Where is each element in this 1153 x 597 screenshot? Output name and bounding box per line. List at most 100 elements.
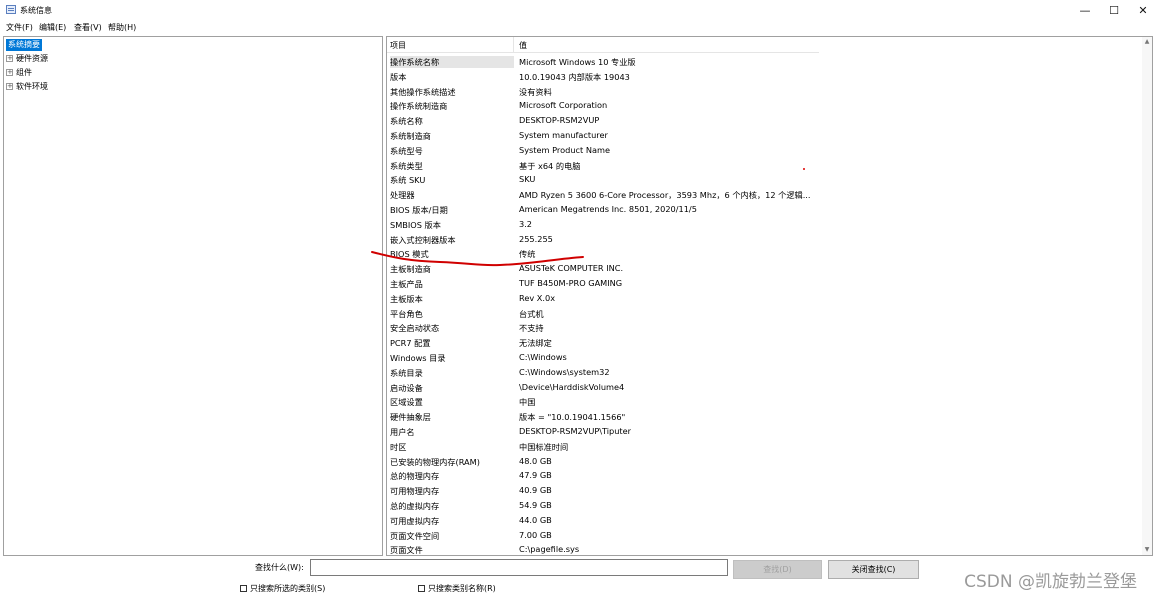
row-item: 嵌入式控制器版本 <box>390 234 456 245</box>
checkbox-box[interactable] <box>418 585 425 592</box>
row-value: 54.9 GB <box>519 500 552 510</box>
row-item: 平台角色 <box>390 308 423 319</box>
table-row[interactable]: 区域设置 中国 <box>387 394 1147 409</box>
row-item: 系统 SKU <box>390 175 426 186</box>
table-row[interactable]: 其他操作系统描述 没有资料 <box>387 84 1147 99</box>
row-item: 总的物理内存 <box>390 471 440 482</box>
menu-edit[interactable]: 编辑(E) <box>39 22 66 33</box>
menu-bar: 文件(F) 编辑(E) 查看(V) 帮助(H) <box>0 20 1153 34</box>
table-row[interactable]: 操作系统制造商 Microsoft Corporation <box>387 98 1147 113</box>
row-value: \Device\HarddiskVolume4 <box>519 381 625 392</box>
table-row[interactable]: BIOS 模式 传统 <box>387 246 1147 261</box>
tree-item-software-environment[interactable]: + 软件环境 <box>6 81 48 93</box>
tree-item-system-summary[interactable]: 系统摘要 <box>6 39 42 51</box>
table-row[interactable]: 页面文件 C:\pagefile.sys <box>387 542 1147 556</box>
row-item: 其他操作系统描述 <box>390 86 456 97</box>
checkbox-box[interactable] <box>240 585 247 592</box>
row-item: BIOS 版本/日期 <box>390 205 448 215</box>
menu-file[interactable]: 文件(F) <box>6 22 33 33</box>
close-find-button[interactable]: 关闭查找(C) <box>828 560 919 579</box>
row-value: 不支持 <box>519 323 544 334</box>
menu-view[interactable]: 查看(V) <box>74 22 102 33</box>
scroll-up-icon[interactable]: ▲ <box>1142 37 1152 47</box>
tree-item-label: 软件环境 <box>16 82 48 91</box>
table-row[interactable]: 版本 10.0.19043 内部版本 19043 <box>387 69 1147 84</box>
table-row[interactable]: 系统目录 C:\Windows\system32 <box>387 365 1147 380</box>
expand-icon[interactable]: + <box>6 69 13 76</box>
row-item: 区域设置 <box>390 397 423 408</box>
table-row[interactable]: 系统制造商 System manufacturer <box>387 128 1147 143</box>
row-value: AMD Ryzen 5 3600 6-Core Processor，3593 M… <box>519 190 811 201</box>
table-row[interactable]: 平台角色 台式机 <box>387 306 1147 321</box>
menu-help[interactable]: 帮助(H) <box>108 22 136 33</box>
row-item: 系统名称 <box>390 116 423 127</box>
table-row[interactable]: 系统 SKU SKU <box>387 172 1147 187</box>
close-button[interactable]: ✕ <box>1128 0 1153 20</box>
column-divider[interactable] <box>513 37 514 52</box>
row-value: 没有资料 <box>519 86 552 97</box>
table-row[interactable]: PCR7 配置 无法绑定 <box>387 335 1147 350</box>
row-value: 255.255 <box>519 233 553 244</box>
annotation-dot <box>803 168 805 170</box>
table-row[interactable]: 系统型号 System Product Name <box>387 143 1147 158</box>
tree-item-hardware-resources[interactable]: + 硬件资源 <box>6 53 48 65</box>
row-item: 主板版本 <box>390 293 423 304</box>
table-row[interactable]: 页面文件空间 7.00 GB <box>387 528 1147 543</box>
row-value: Microsoft Corporation <box>519 100 608 111</box>
table-row[interactable]: 已安装的物理内存(RAM) 48.0 GB <box>387 454 1147 469</box>
table-row[interactable]: 总的虚拟内存 54.9 GB <box>387 498 1147 513</box>
search-category-names-checkbox[interactable]: 只搜索类别名称(R) <box>418 583 496 594</box>
table-row[interactable]: 可用虚拟内存 44.0 GB <box>387 513 1147 528</box>
row-value: 中国 <box>519 397 536 408</box>
expand-icon[interactable]: + <box>6 55 13 62</box>
row-value: TUF B450M-PRO GAMING <box>519 278 623 288</box>
table-row[interactable]: 安全启动状态 不支持 <box>387 320 1147 335</box>
minimize-button[interactable]: — <box>1070 0 1100 20</box>
table-row[interactable]: 可用物理内存 40.9 GB <box>387 483 1147 498</box>
table-row[interactable]: 系统类型 基于 x64 的电脑 <box>387 158 1147 173</box>
row-item: 总的虚拟内存 <box>390 501 440 511</box>
row-item: 主板产品 <box>390 279 423 289</box>
row-value: American Megatrends Inc. 8501, 2020/11/5 <box>519 204 697 214</box>
table-row[interactable]: 时区 中国标准时间 <box>387 439 1147 454</box>
expand-icon[interactable]: + <box>6 83 13 90</box>
row-item: 可用物理内存 <box>390 486 440 497</box>
table-row[interactable]: 主板版本 Rev X.0x <box>387 291 1147 306</box>
row-item: 页面文件空间 <box>390 530 440 541</box>
row-item: 页面文件 <box>390 545 423 556</box>
table-row[interactable]: 主板制造商 ASUSTeK COMPUTER INC. <box>387 261 1147 276</box>
find-button[interactable]: 查找(D) <box>733 560 822 579</box>
table-row[interactable]: 硬件抽象层 版本 = "10.0.19041.1566" <box>387 409 1147 424</box>
search-selected-category-checkbox[interactable]: 只搜索所选的类别(S) <box>240 583 325 594</box>
category-tree[interactable]: 系统摘要 + 硬件资源 + 组件 + 软件环境 <box>3 36 383 556</box>
column-header-value[interactable]: 值 <box>519 40 527 51</box>
row-value: 版本 = "10.0.19041.1566" <box>519 412 626 423</box>
table-row[interactable]: 主板产品 TUF B450M-PRO GAMING <box>387 276 1147 291</box>
row-item: 时区 <box>390 441 407 452</box>
row-item: 系统类型 <box>390 160 423 171</box>
row-item: 操作系统名称 <box>390 56 514 68</box>
table-row[interactable]: SMBIOS 版本 3.2 <box>387 217 1147 232</box>
tree-item-components[interactable]: + 组件 <box>6 67 32 79</box>
find-input[interactable] <box>310 559 728 576</box>
table-row[interactable]: 总的物理内存 47.9 GB <box>387 468 1147 483</box>
row-value: 48.0 GB <box>519 455 552 466</box>
row-item: 已安装的物理内存(RAM) <box>390 456 480 467</box>
maximize-button[interactable]: ☐ <box>1099 0 1129 20</box>
title-bar: 系统信息 — ☐ ✕ <box>0 0 1153 20</box>
table-row[interactable]: 嵌入式控制器版本 255.255 <box>387 232 1147 247</box>
column-header-item[interactable]: 项目 <box>390 40 406 51</box>
system-info-icon <box>6 5 16 14</box>
table-row[interactable]: 启动设备 \Device\HarddiskVolume4 <box>387 380 1147 395</box>
table-row[interactable]: 操作系统名称 Microsoft Windows 10 专业版 <box>387 54 1147 69</box>
vertical-scrollbar[interactable]: ▲ ▼ <box>1142 37 1152 555</box>
row-item: 安全启动状态 <box>390 323 440 334</box>
table-row[interactable]: 处理器 AMD Ryzen 5 3600 6-Core Processor，359… <box>387 187 1147 202</box>
table-row[interactable]: 用户名 DESKTOP-RSM2VUP\Tiputer <box>387 424 1147 439</box>
table-row[interactable]: Windows 目录 C:\Windows <box>387 350 1147 365</box>
table-row[interactable]: BIOS 版本/日期 American Megatrends Inc. 8501,… <box>387 202 1147 217</box>
scroll-down-icon[interactable]: ▼ <box>1142 545 1152 555</box>
table-row[interactable]: 系统名称 DESKTOP-RSM2VUP <box>387 113 1147 128</box>
details-list[interactable]: 项目 值 操作系统名称 Microsoft Windows 10 专业版 版本 10.… <box>386 36 1153 556</box>
row-value: C:\pagefile.sys <box>519 544 580 555</box>
